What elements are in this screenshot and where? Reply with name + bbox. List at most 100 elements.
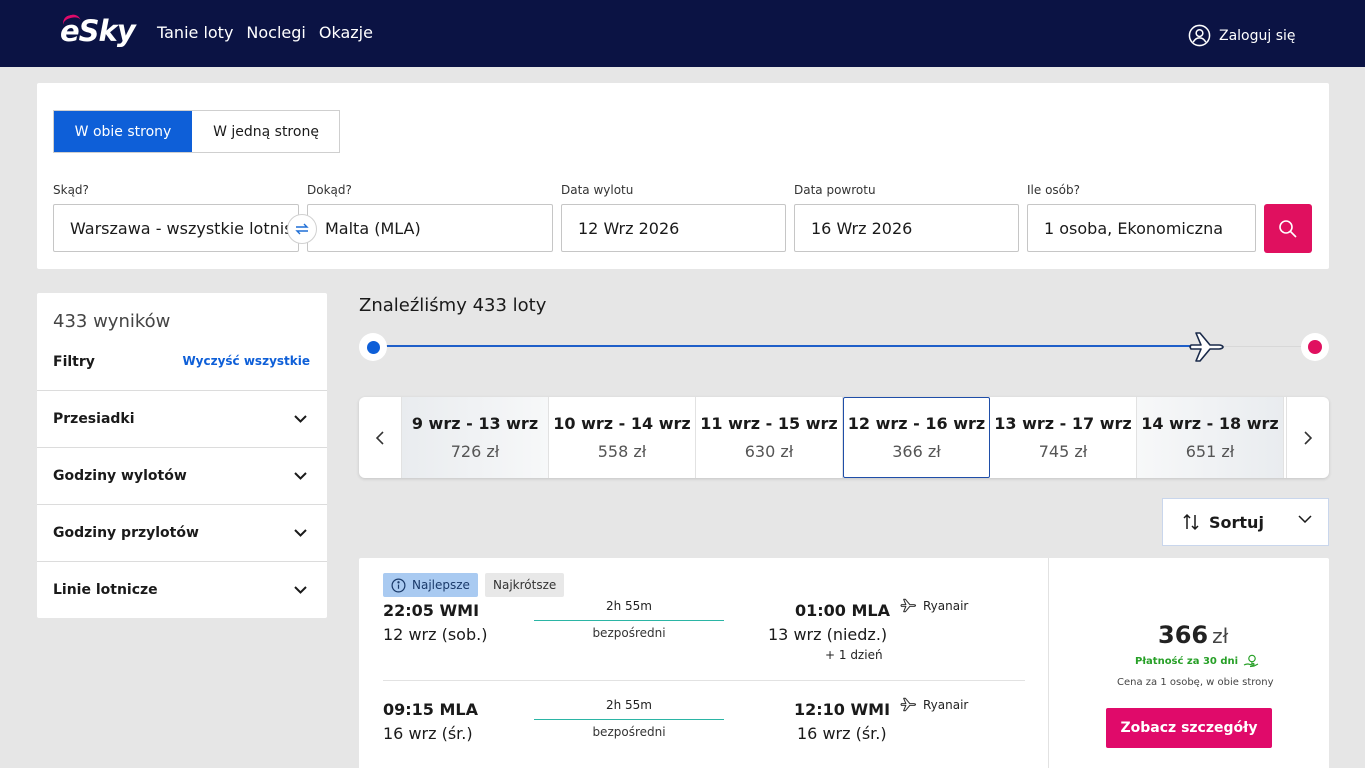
return-label: Data powrotu (794, 183, 876, 197)
outbound-airline-name: Ryanair (923, 598, 969, 613)
legs-divider (383, 680, 1025, 681)
nav-cheap-flights[interactable]: Tanie loty (157, 23, 233, 42)
outbound-arrival-time: 01:00 MLA (795, 601, 890, 620)
outbound-next-day-note: + 1 dzień (825, 648, 883, 662)
best-badge: Najlepsze (383, 573, 478, 597)
date-option-selected[interactable]: 12 wrz - 16 wrz 366 zł (843, 397, 990, 478)
filters-title: Filtry (53, 354, 95, 370)
top-header: eSky Tanie loty Noclegi Okazje Zaloguj s… (0, 0, 1365, 67)
date-carousel: 9 wrz - 13 wrz 726 zł 10 wrz - 14 wrz 55… (359, 397, 1329, 478)
shortest-badge: Najkrótsze (485, 573, 565, 597)
info-icon (391, 578, 406, 592)
from-field[interactable]: Warszawa - wszystkie lotniska (53, 204, 299, 252)
filter-departure-times[interactable]: Godziny wylotów (37, 447, 327, 504)
chevron-down-icon (1298, 515, 1312, 523)
date-option-price: 558 zł (597, 442, 647, 461)
search-panel: W obie strony W jedną stronę Skąd? Warsz… (37, 83, 1329, 269)
filter-airlines-label: Linie lotnicze (53, 582, 158, 598)
nav-deals[interactable]: Okazje (319, 23, 373, 42)
date-option[interactable]: 13 wrz - 17 wrz 745 zł (990, 397, 1137, 478)
money-hand-icon (1243, 654, 1259, 668)
login-label: Zaloguj się (1219, 27, 1296, 44)
trip-type-toggle: W obie strony W jedną stronę (53, 110, 340, 153)
date-option-range: 10 wrz - 14 wrz (553, 414, 691, 433)
date-option[interactable]: 9 wrz - 13 wrz 726 zł (402, 397, 549, 478)
search-progress-bar (373, 345, 1208, 347)
date-option[interactable]: 11 wrz - 15 wrz 630 zł (696, 397, 843, 478)
inbound-arrival-time: 12:10 WMI (794, 700, 891, 719)
login-button[interactable]: Zaloguj się (1188, 24, 1296, 47)
main-nav: Tanie loty Noclegi Okazje (157, 23, 373, 42)
inbound-airline-name: Ryanair (923, 697, 969, 712)
results-count: 433 wyników (53, 311, 171, 332)
date-option-range: 11 wrz - 15 wrz (700, 414, 838, 433)
date-option-price: 630 zł (744, 442, 794, 461)
filter-arrival-times-label: Godziny przylotów (53, 525, 199, 541)
date-option-price: 366 zł (892, 442, 941, 461)
departure-label: Data wylotu (561, 183, 634, 197)
date-option-range: 9 wrz - 13 wrz (411, 414, 539, 433)
filter-stops-label: Przesiadki (53, 411, 135, 427)
date-option-range: 14 wrz - 18 wrz (1141, 414, 1279, 433)
filter-airlines[interactable]: Linie lotnicze (37, 561, 327, 618)
one-way-option[interactable]: W jedną stronę (192, 111, 340, 152)
flight-result-card[interactable]: Najlepsze Najkrótsze 22:05 WMI 12 wrz (s… (359, 558, 1329, 768)
round-trip-option[interactable]: W obie strony (54, 111, 192, 152)
shortest-badge-label: Najkrótsze (493, 578, 557, 592)
progress-start-dot (359, 333, 387, 361)
departure-date-field[interactable]: 12 Wrz 2026 (561, 204, 786, 252)
carousel-next-button[interactable] (1286, 397, 1329, 478)
outbound-arrival-date: 13 wrz (niedz.) (768, 625, 888, 644)
swap-icon (295, 223, 309, 235)
inbound-departure-time: 09:15 MLA (383, 700, 478, 719)
from-label: Skąd? (53, 183, 89, 197)
inbound-duration: 2h 55m (605, 698, 652, 712)
date-option-price: 726 zł (450, 442, 500, 461)
chevron-down-icon (294, 586, 307, 594)
sort-dropdown[interactable]: Sortuj (1162, 498, 1329, 546)
esky-logo[interactable]: eSky (60, 12, 136, 48)
date-option-price: 651 zł (1185, 442, 1235, 461)
chevron-left-icon (376, 430, 384, 445)
best-badge-label: Najlepsze (412, 578, 470, 592)
outbound-departure-time: 22:05 WMI (383, 601, 480, 620)
return-date-field[interactable]: 16 Wrz 2026 (794, 204, 1019, 252)
results-title: Znaleźliśmy 433 loty (359, 295, 547, 316)
chevron-right-icon (1304, 430, 1312, 445)
outbound-airline: Ryanair (900, 598, 968, 613)
outbound-route-line (534, 620, 724, 621)
filter-departure-times-label: Godziny wylotów (53, 468, 187, 484)
inbound-departure-date: 16 wrz (śr.) (383, 724, 473, 743)
filter-arrival-times[interactable]: Godziny przylotów (37, 504, 327, 561)
pay-later-note: Płatność za 30 dni (1135, 654, 1259, 668)
passengers-field[interactable]: 1 osoba, Ekonomiczna (1027, 204, 1256, 252)
carousel-prev-button[interactable] (359, 397, 402, 478)
plane-icon (1189, 332, 1224, 362)
date-option[interactable]: 14 wrz - 18 wrz 651 zł (1137, 397, 1284, 478)
chevron-down-icon (294, 415, 307, 423)
nav-accommodation[interactable]: Noclegi (246, 23, 305, 42)
price-note: Cena za 1 osobę, w obie strony (1117, 677, 1274, 688)
chevron-down-icon (294, 529, 307, 537)
clear-all-filters-link[interactable]: Wyczyść wszystkie (182, 354, 310, 368)
swap-route-button[interactable] (287, 214, 317, 244)
search-icon (1279, 219, 1297, 238)
search-button[interactable] (1264, 204, 1312, 253)
sort-arrows-icon (1183, 513, 1199, 531)
inbound-arrival-date: 16 wrz (śr.) (797, 724, 887, 743)
flight-price-value: 366 (1158, 621, 1209, 649)
date-option-range: 12 wrz - 16 wrz (847, 414, 986, 433)
date-option[interactable]: 10 wrz - 14 wrz 558 zł (549, 397, 696, 478)
flight-price-currency: zł (1212, 624, 1229, 648)
date-option-price: 745 zł (1038, 442, 1088, 461)
flight-price: 366 zł (1158, 621, 1228, 649)
to-field[interactable]: Malta (MLA) (307, 204, 553, 252)
user-icon (1188, 24, 1211, 47)
card-divider (1048, 558, 1049, 768)
to-label: Dokąd? (307, 183, 352, 197)
filter-stops[interactable]: Przesiadki (37, 390, 327, 447)
outbound-duration: 2h 55m (605, 599, 652, 613)
chevron-down-icon (294, 472, 307, 480)
view-details-button[interactable]: Zobacz szczegóły (1106, 708, 1272, 748)
pay-later-label: Płatność za 30 dni (1135, 655, 1239, 667)
